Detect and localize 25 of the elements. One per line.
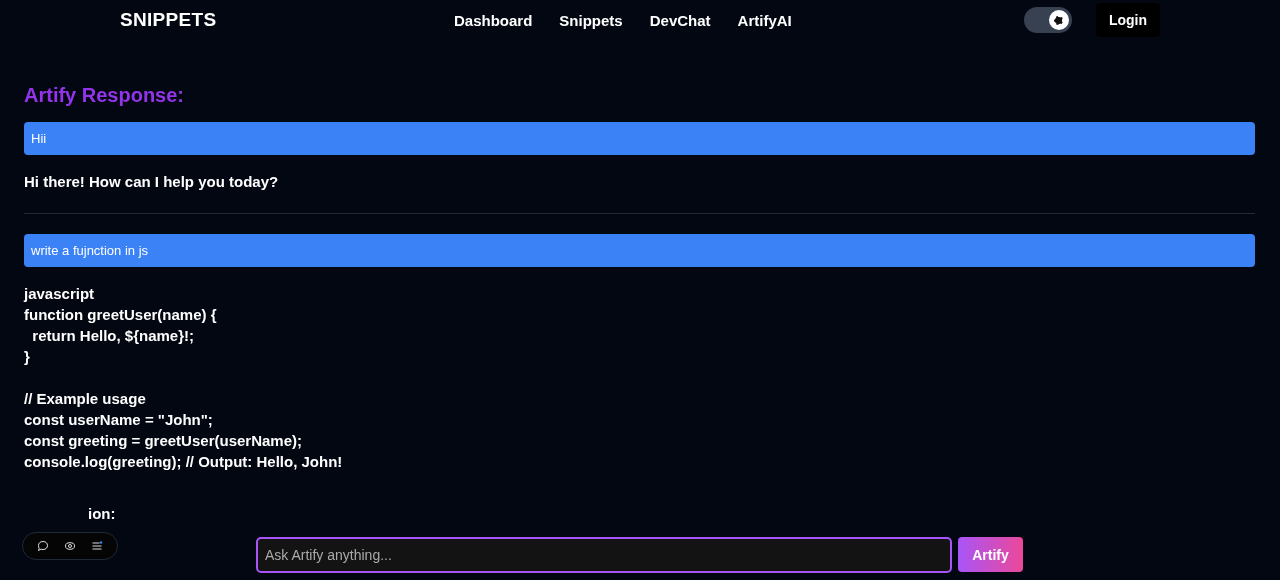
response-text: function greetUser(name) {: [24, 305, 218, 325]
prompt-bubble: Hii: [24, 122, 1255, 155]
nav-link[interactable]: DevChat: [649, 11, 711, 29]
brand-logo[interactable]: SNIPPETS: [120, 9, 217, 31]
response-text: javascript: [24, 284, 96, 304]
menu-icon[interactable]: [91, 540, 104, 552]
response-text: Hi there! How can I help you today?: [24, 172, 280, 192]
response-text: const greeting = greetUser(userName);: [24, 431, 303, 451]
nav-link[interactable]: Dashboard: [454, 11, 533, 29]
eye-icon[interactable]: [64, 540, 76, 552]
prompt-bubble: write a fujnction in js: [24, 234, 1255, 267]
response-text: const userName = "John";: [24, 410, 214, 430]
artify-button[interactable]: Artify: [958, 537, 1023, 572]
chat-bubble-icon[interactable]: [36, 540, 49, 552]
login-button[interactable]: Login: [1095, 3, 1160, 37]
nav-link[interactable]: Snippets: [559, 11, 623, 29]
nav-link[interactable]: ArtifyAI: [737, 11, 792, 29]
response-heading: Artify Response:: [24, 84, 186, 107]
response-text: }: [24, 347, 31, 367]
response-subheading: ion:: [87, 505, 117, 522]
response-text: return Hello, ${name}!;: [31, 326, 196, 346]
response-text: // Example usage: [24, 389, 147, 409]
ask-input[interactable]: Ask Artify anything...: [256, 537, 952, 573]
theme-toggle[interactable]: [1023, 7, 1072, 33]
response-text: console.log(greeting); // Output: Hello, John!: [24, 452, 344, 472]
